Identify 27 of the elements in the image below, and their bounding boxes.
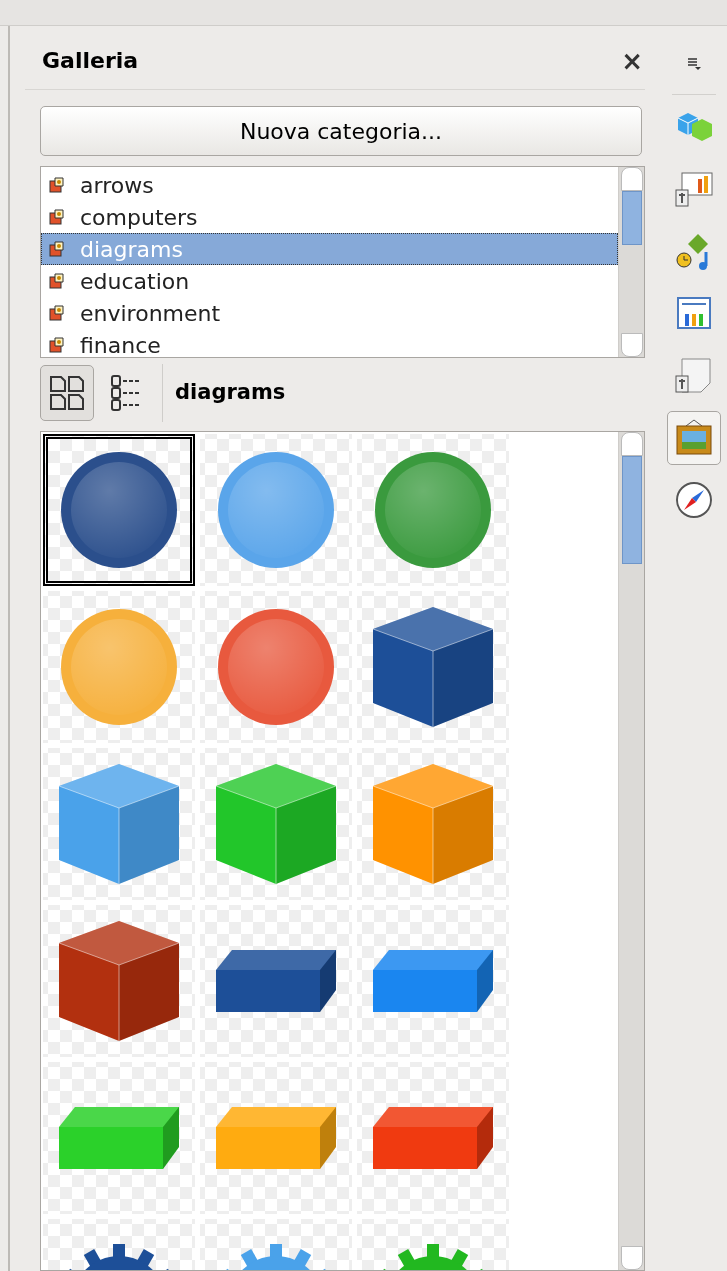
category-item[interactable]: finance <box>41 329 618 357</box>
close-button[interactable]: × <box>621 47 643 74</box>
theme-icon <box>48 336 66 354</box>
menu-icon[interactable] <box>685 56 702 72</box>
category-item[interactable]: environment <box>41 297 618 329</box>
gallery-item[interactable] <box>43 905 195 1057</box>
panel-title: Galleria <box>42 47 139 75</box>
gallery-tab[interactable] <box>666 411 721 465</box>
theme-icon <box>48 208 66 226</box>
category-item[interactable]: arrows <box>41 169 618 201</box>
icon-view-icon <box>47 373 87 413</box>
theme-icon <box>48 240 66 258</box>
scrollbar[interactable] <box>618 167 644 357</box>
view-mode-button[interactable] <box>40 365 94 421</box>
gallery-icon <box>673 418 714 458</box>
category-item[interactable]: education <box>41 265 618 297</box>
category-item[interactable]: computers <box>41 201 618 233</box>
theme-icon <box>48 304 66 322</box>
theme-icon <box>48 176 66 194</box>
category-title: diagrams <box>175 379 286 407</box>
theme-icon <box>48 272 66 290</box>
scrollbar[interactable] <box>618 432 644 1270</box>
new-category-button[interactable]: Nuova categoria... <box>40 106 642 156</box>
navigator-icon <box>673 480 714 520</box>
styles-icon <box>673 356 714 396</box>
slide-transition-icon <box>673 170 714 210</box>
gallery-item[interactable] <box>43 434 195 586</box>
